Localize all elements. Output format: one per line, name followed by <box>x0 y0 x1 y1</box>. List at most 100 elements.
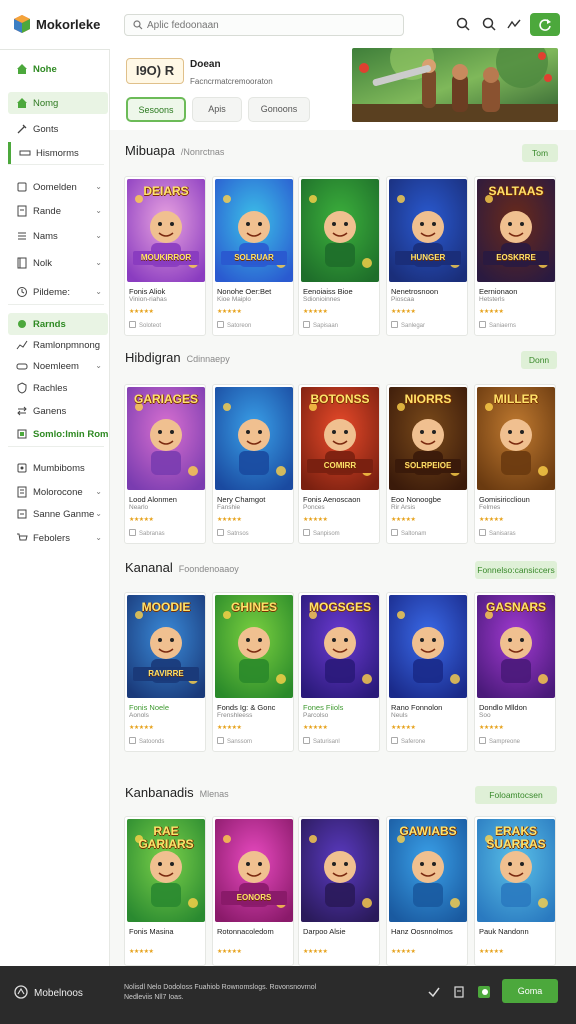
game-name[interactable]: Lood Alonmen <box>129 495 205 504</box>
game-name[interactable]: Eenoiaiss Bioe <box>303 287 379 296</box>
game-name[interactable]: Fonis Aenoscaon <box>303 495 379 504</box>
sidebar-item-3[interactable]: Hismorms <box>8 142 108 164</box>
search-input[interactable] <box>147 18 397 32</box>
search-icon[interactable] <box>455 16 471 32</box>
game-card[interactable]: MOGSGES Fones Fiiols Parcolso ★★★★★ Saturisa… <box>298 592 380 752</box>
game-art[interactable]: SALTAAS EOSKRRE <box>477 179 555 282</box>
game-art[interactable]: HUNGER <box>389 179 467 282</box>
section-more-button[interactable]: Foloamtocsen <box>475 786 557 804</box>
sidebar-divider <box>8 304 104 305</box>
game-card[interactable]: GHINES Fonds Ig: & Gonc Frenshleess ★★★★★ Sa… <box>212 592 294 752</box>
sidebar-item-16[interactable]: Molorocone ⌄ <box>8 481 108 503</box>
game-name[interactable]: Rano Fonnolon <box>391 703 467 712</box>
game-art[interactable]: GHINES <box>215 595 293 698</box>
game-card[interactable]: GARIAGES Lood Alonmen Nearlo ★★★★★ Sabranas <box>124 384 206 544</box>
section-more-button[interactable]: Donn <box>521 351 557 369</box>
bar-icon <box>19 150 31 156</box>
game-name[interactable]: Hanz Oosnnolmos <box>391 927 467 936</box>
sidebar-header[interactable]: Nohe <box>8 58 108 80</box>
game-art[interactable]: ERAKS SUARRAS <box>477 819 555 922</box>
game-name[interactable]: Fonis Masina <box>129 927 205 936</box>
game-card[interactable]: BOTONSS COMIRR Fonis Aenoscaon Ponces ★★★★★ S… <box>298 384 380 544</box>
hero-tab-2[interactable]: Apis <box>192 97 242 122</box>
game-art[interactable]: SOLRUAR <box>215 179 293 282</box>
game-card[interactable]: DEIARS MOUKIRROR Fonis Aliok Vinion-riahas ★… <box>124 176 206 336</box>
game-card[interactable]: EONORS Rotonnacoledom ★★★★★ <box>212 816 294 966</box>
game-card[interactable]: MILLER Gomisiricclioun Felmes ★★★★★ Sanisara… <box>474 384 556 544</box>
check-icon[interactable] <box>427 985 441 999</box>
sidebar-item-1[interactable]: Nomg <box>8 92 108 114</box>
game-art[interactable]: GASNARS <box>477 595 555 698</box>
game-card[interactable]: NIORRS SOLRPEIOE Eoo Nonoogbe Rir Arsis ★★★★… <box>386 384 468 544</box>
game-name[interactable]: Eernionaon <box>479 287 555 296</box>
hero-banner-image[interactable] <box>352 48 558 122</box>
game-card[interactable]: GASNARS Dondlo Mlldon Soo ★★★★★ Sampreone <box>474 592 556 752</box>
game-name[interactable]: Pauk Nandonn <box>479 927 555 936</box>
game-card[interactable]: Eenoiaiss Bioe Sdionioinnes ★★★★★ Sapisaan <box>298 176 380 336</box>
hero-tab-1[interactable]: Sesoons <box>126 97 186 122</box>
game-art[interactable]: MOGSGES <box>301 595 379 698</box>
search-alt-icon[interactable] <box>481 16 497 32</box>
sidebar-item-15[interactable]: Mumbiboms <box>8 457 108 479</box>
game-name[interactable]: Darpoo Alsie <box>303 927 379 936</box>
game-art[interactable]: BOTONSS COMIRR <box>301 387 379 490</box>
game-name[interactable]: Fones Fiiols <box>303 703 379 712</box>
game-name[interactable]: Nery Chamgot <box>217 495 293 504</box>
game-name[interactable]: Eoo Nonoogbe <box>391 495 467 504</box>
game-art[interactable] <box>301 179 379 282</box>
game-card[interactable]: SALTAAS EOSKRRE Eernionaon Hetsterls ★★★★★ Sa… <box>474 176 556 336</box>
game-art[interactable] <box>301 819 379 922</box>
search-bar[interactable] <box>124 14 404 36</box>
sidebar-item-12[interactable]: Rachles <box>8 377 108 399</box>
sidebar-item-14[interactable]: Somlo:lmin Rom <box>8 423 108 445</box>
sidebar-item-17[interactable]: Sanne Ganme ⌄ <box>8 503 108 525</box>
game-name[interactable]: Nenetrosnoon <box>391 287 467 296</box>
chart-icon[interactable] <box>506 16 522 32</box>
sidebar-item-9[interactable]: Rarnds <box>8 313 108 335</box>
game-name[interactable]: Fonis Noele <box>129 703 205 712</box>
hero-tab-3[interactable]: Gonoons <box>248 97 310 122</box>
game-art[interactable]: MILLER <box>477 387 555 490</box>
section-more-button[interactable]: Tom <box>522 144 558 162</box>
bottom-action-button[interactable]: Goma <box>502 979 558 1003</box>
game-art[interactable]: GAWIABS <box>389 819 467 922</box>
game-art[interactable]: EONORS <box>215 819 293 922</box>
sidebar-item-13[interactable]: Ganens <box>8 400 108 422</box>
sidebar-item-11[interactable]: Noemleem ⌄ <box>8 355 108 377</box>
game-name[interactable]: Fonis Aliok <box>129 287 205 296</box>
sidebar-item-7[interactable]: Nolk ⌄ <box>8 252 108 274</box>
game-name[interactable]: Nonohe Oer:Bet <box>217 287 293 296</box>
game-card[interactable]: GAWIABS Hanz Oosnnolmos ★★★★★ <box>386 816 468 966</box>
sidebar-item-8[interactable]: Pildeme: ⌄ <box>8 281 108 303</box>
sidebar-item-18[interactable]: Febolers ⌄ <box>8 527 108 549</box>
sidebar-item-10[interactable]: Ramlonpmnong <box>8 334 108 356</box>
app-badge-icon[interactable] <box>477 985 491 999</box>
game-art[interactable] <box>215 387 293 490</box>
game-art[interactable]: NIORRS SOLRPEIOE <box>389 387 467 490</box>
game-card[interactable]: HUNGER Nenetrosnoon Pioscaa ★★★★★ Sanlegar <box>386 176 468 336</box>
sidebar-item-5[interactable]: Rande ⌄ <box>8 200 108 222</box>
game-art[interactable] <box>389 595 467 698</box>
game-name[interactable]: Gomisiricclioun <box>479 495 555 504</box>
section-more-button[interactable]: Fonnelso:cansiccers <box>475 561 557 579</box>
game-card[interactable]: RAE GARIARS Fonis Masina ★★★★★ <box>124 816 206 966</box>
game-card[interactable]: Nery Chamgot Fanshie ★★★★★ Satnsos <box>212 384 294 544</box>
refresh-button[interactable] <box>530 13 560 36</box>
game-card[interactable]: ERAKS SUARRAS Pauk Nandonn ★★★★★ <box>474 816 556 966</box>
game-art[interactable]: MOODIE RAVIRRE <box>127 595 205 698</box>
doc-icon[interactable] <box>452 985 466 999</box>
game-card[interactable]: Darpoo Alsie ★★★★★ <box>298 816 380 966</box>
game-card[interactable]: SOLRUAR Nonohe Oer:Bet Kioe Maiplo ★★★★★ Sat… <box>212 176 294 336</box>
app-name[interactable]: Mokorleke <box>36 17 100 32</box>
game-name[interactable]: Fonds Ig: & Gonc <box>217 703 293 712</box>
game-name[interactable]: Rotonnacoledom <box>217 927 293 936</box>
sidebar-item-6[interactable]: Nams ⌄ <box>8 225 108 247</box>
sidebar-item-2[interactable]: Gonts <box>8 118 108 140</box>
game-art[interactable]: RAE GARIARS <box>127 819 205 922</box>
game-art[interactable]: DEIARS MOUKIRROR <box>127 179 205 282</box>
game-name[interactable]: Dondlo Mlldon <box>479 703 555 712</box>
game-art[interactable]: GARIAGES <box>127 387 205 490</box>
sidebar-item-4[interactable]: Oomelden ⌄ <box>8 176 108 198</box>
game-card[interactable]: Rano Fonnolon Neuls ★★★★★ Saferone <box>386 592 468 752</box>
game-card[interactable]: MOODIE RAVIRRE Fonis Noele Aonols ★★★★★ Satoo… <box>124 592 206 752</box>
